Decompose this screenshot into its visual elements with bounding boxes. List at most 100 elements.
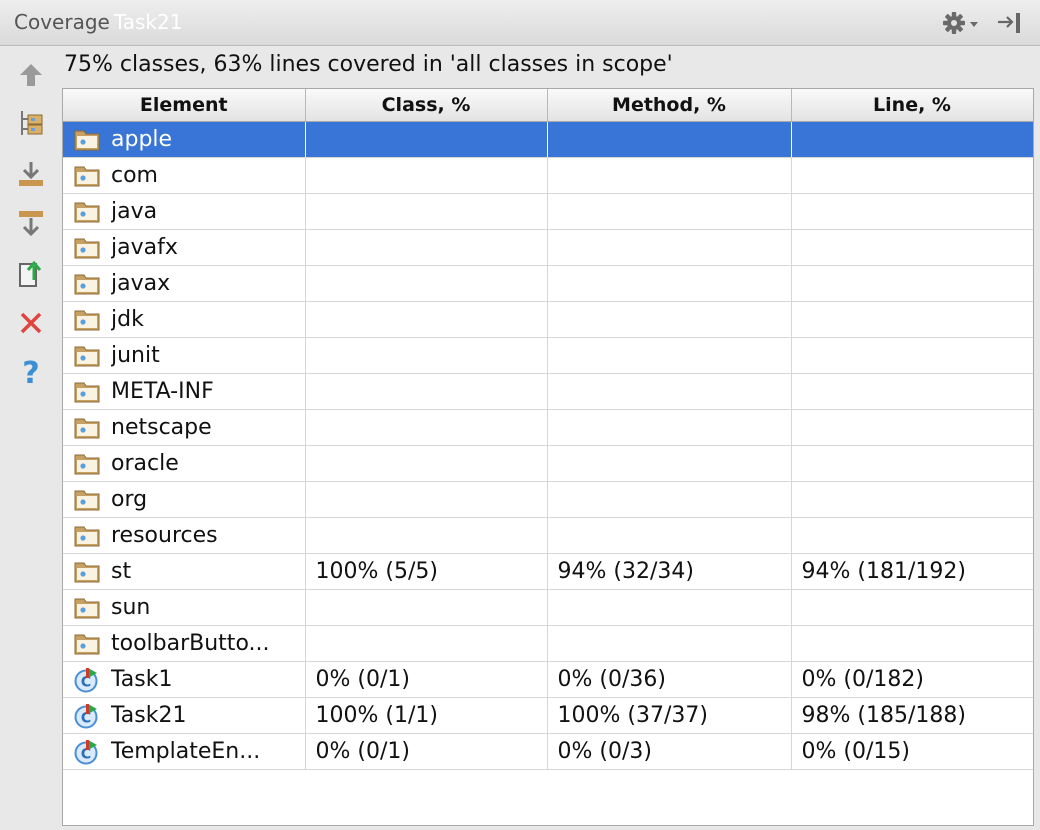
coverage-summary: 75% classes, 63% lines covered in 'all c… xyxy=(64,52,673,77)
package-folder-icon xyxy=(73,199,101,225)
table-row[interactable]: resources xyxy=(63,517,1033,554)
cell-class-coverage xyxy=(305,409,548,446)
cell-element[interactable]: apple xyxy=(63,121,306,158)
cell-line-coverage xyxy=(791,517,1033,554)
table-row[interactable]: C TemplateEn... 0% (0/1) 0% (0/3) 0% (0/15) xyxy=(63,733,1033,770)
cell-element[interactable]: netscape xyxy=(63,409,306,446)
package-folder-icon xyxy=(73,271,101,297)
table-row[interactable]: java xyxy=(63,193,1033,230)
cell-element[interactable]: st xyxy=(63,553,306,590)
hide-panel-icon[interactable] xyxy=(996,10,1024,36)
table-row[interactable]: junit xyxy=(63,337,1033,374)
package-folder-icon xyxy=(73,559,101,585)
cell-method-coverage xyxy=(547,481,792,518)
cell-method-coverage xyxy=(547,625,792,662)
package-folder-icon xyxy=(73,127,101,153)
element-name: netscape xyxy=(111,415,212,440)
up-button[interactable] xyxy=(14,58,48,92)
autoscroll-button[interactable] xyxy=(14,206,48,240)
cell-element[interactable]: C Task21 xyxy=(63,697,306,734)
cell-element[interactable]: META-INF xyxy=(63,373,306,410)
table-row[interactable]: javax xyxy=(63,265,1033,302)
element-name: java xyxy=(111,199,158,224)
element-name: toolbarButto... xyxy=(111,631,270,656)
close-button[interactable] xyxy=(14,306,48,340)
element-name: TemplateEn... xyxy=(111,739,261,764)
cell-method-coverage xyxy=(547,265,792,302)
table-header: Element Class, % Method, % Line, % xyxy=(63,89,1033,122)
table-row[interactable]: sun xyxy=(63,589,1033,626)
table-row[interactable]: jdk xyxy=(63,301,1033,338)
element-name: org xyxy=(111,487,148,512)
cell-class-coverage xyxy=(305,301,548,338)
tool-window-title: Coverage Task21 xyxy=(14,10,182,34)
cell-element[interactable]: resources xyxy=(63,517,306,554)
column-header-method[interactable]: Method, % xyxy=(547,89,792,122)
element-name: META-INF xyxy=(111,379,214,404)
flatten-packages-button[interactable] xyxy=(14,106,48,140)
package-folder-icon xyxy=(73,523,101,549)
cell-method-coverage xyxy=(547,337,792,374)
cell-class-coverage xyxy=(305,589,548,626)
cell-element[interactable]: javafx xyxy=(63,229,306,266)
cell-class-coverage xyxy=(305,517,548,554)
cell-element[interactable]: org xyxy=(63,481,306,518)
cell-element[interactable]: toolbarButto... xyxy=(63,625,306,662)
title-run-name: Task21 xyxy=(113,10,183,34)
cell-element[interactable]: com xyxy=(63,157,306,194)
column-header-class[interactable]: Class, % xyxy=(305,89,548,122)
column-header-element[interactable]: Element xyxy=(63,89,306,122)
cell-method-coverage xyxy=(547,445,792,482)
table-row[interactable]: META-INF xyxy=(63,373,1033,410)
package-folder-icon xyxy=(73,307,101,333)
cell-element[interactable]: sun xyxy=(63,589,306,626)
gear-icon[interactable] xyxy=(940,8,982,38)
column-header-line[interactable]: Line, % xyxy=(791,89,1033,122)
cell-class-coverage xyxy=(305,481,548,518)
cell-element[interactable]: oracle xyxy=(63,445,306,482)
table-row[interactable]: C Task1 0% (0/1) 0% (0/36) 0% (0/182) xyxy=(63,661,1033,698)
cell-element[interactable]: jdk xyxy=(63,301,306,338)
cell-method-coverage xyxy=(547,409,792,446)
cell-class-coverage xyxy=(305,265,548,302)
package-folder-icon xyxy=(73,235,101,261)
package-folder-icon xyxy=(73,451,101,477)
package-folder-icon xyxy=(73,631,101,657)
table-row[interactable]: org xyxy=(63,481,1033,518)
cell-method-coverage xyxy=(547,229,792,266)
cell-class-coverage: 100% (5/5) xyxy=(305,553,548,590)
cell-method-coverage: 0% (0/3) xyxy=(547,733,792,770)
help-button[interactable]: ? xyxy=(14,356,48,391)
autoscroll-icon xyxy=(19,211,43,237)
export-button[interactable] xyxy=(14,256,48,290)
class-icon: C xyxy=(73,703,101,729)
table-row[interactable]: toolbarButto... xyxy=(63,625,1033,662)
table-row[interactable]: oracle xyxy=(63,445,1033,482)
table-row[interactable]: st 100% (5/5) 94% (32/34) 94% (181/192) xyxy=(63,553,1033,590)
cell-element[interactable]: C Task1 xyxy=(63,661,306,698)
table-row[interactable]: apple xyxy=(63,121,1033,158)
element-name: Task1 xyxy=(111,667,173,692)
title-label: Coverage xyxy=(14,10,110,34)
table-row[interactable]: javafx xyxy=(63,229,1033,266)
cell-method-coverage xyxy=(547,193,792,230)
element-name: javafx xyxy=(111,235,178,260)
cell-element[interactable]: java xyxy=(63,193,306,230)
package-folder-icon xyxy=(73,343,101,369)
generate-report-button[interactable] xyxy=(14,158,48,192)
cell-line-coverage: 0% (0/15) xyxy=(791,733,1033,770)
element-name: com xyxy=(111,163,158,188)
element-name: apple xyxy=(111,127,173,152)
element-name: resources xyxy=(111,523,218,548)
element-name: javax xyxy=(111,271,171,296)
table-row[interactable]: C Task21 100% (1/1) 100% (37/37) 98% (185/18… xyxy=(63,697,1033,734)
element-name: oracle xyxy=(111,451,179,476)
cell-element[interactable]: javax xyxy=(63,265,306,302)
class-icon: C xyxy=(73,739,101,765)
cell-element[interactable]: junit xyxy=(63,337,306,374)
cell-element[interactable]: C TemplateEn... xyxy=(63,733,306,770)
cell-method-coverage xyxy=(547,301,792,338)
package-folder-icon xyxy=(73,379,101,405)
table-row[interactable]: com xyxy=(63,157,1033,194)
table-row[interactable]: netscape xyxy=(63,409,1033,446)
